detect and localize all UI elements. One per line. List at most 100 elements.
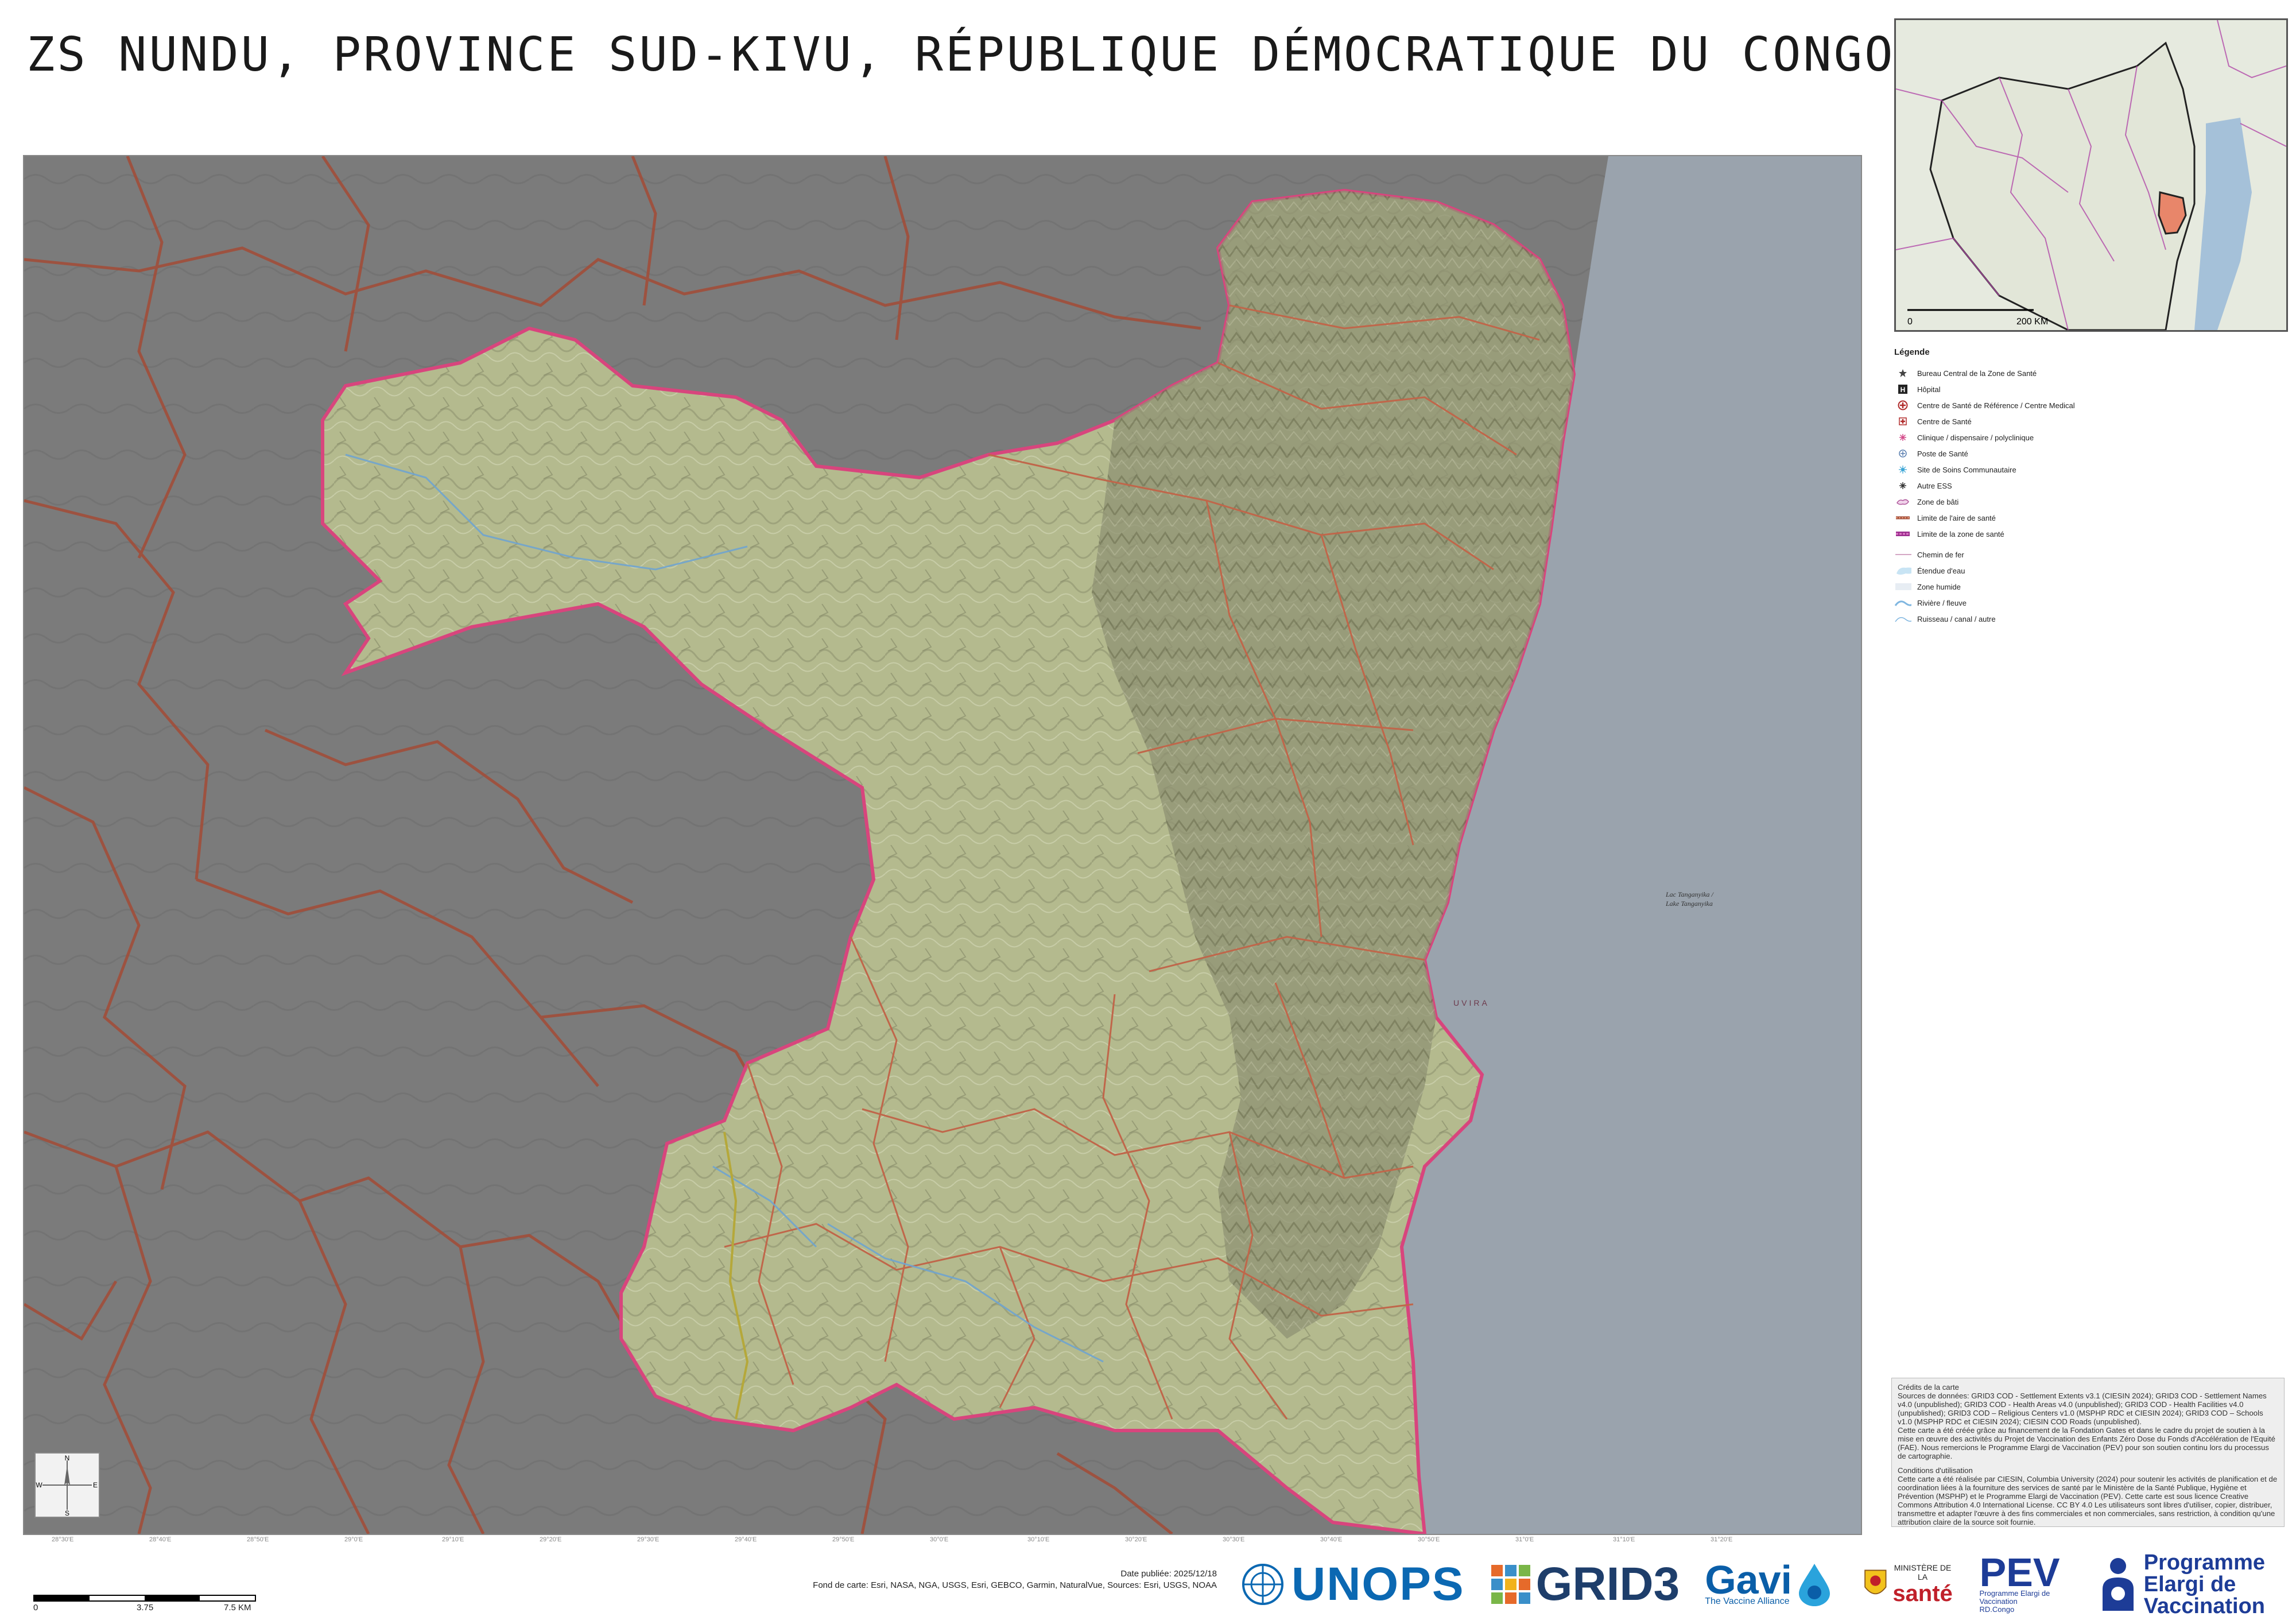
community-care-icon [1894,465,1911,474]
coord-label: 28°40'E [149,1536,172,1543]
legend-item: Zone humide [1894,579,2285,595]
credits-sources: Sources de données: GRID3 COD - Settleme… [1898,1392,2267,1426]
legend-label: Ruisseau / canal / autre [1917,614,1996,623]
legend-label: Autre ESS [1917,481,1952,490]
coord-label: 29°40'E [735,1536,757,1543]
coord-label: 30°20'E [1125,1536,1147,1543]
scale-start: 0 [33,1603,38,1613]
reference-center-icon [1894,400,1911,410]
scale-end: 7.5 KM [224,1603,251,1613]
legend-label: Clinique / dispensaire / polyclinique [1917,433,2034,442]
coord-label: 30°10'E [1027,1536,1050,1543]
compass-w: W [36,1481,42,1489]
grid3-mark-icon [1491,1565,1530,1604]
coord-label: 30°40'E [1320,1536,1343,1543]
map-metadata: Date publiée: 2025/12/18 Fond de carte: … [712,1568,1217,1591]
hospital-icon: H [1894,385,1911,394]
health-center-icon [1894,417,1911,426]
legend-heading: Légende [1894,347,1930,357]
unops-logo: UNOPS [1240,1557,1465,1611]
legend-item: Limite de la zone de santé [1894,526,2285,542]
gavi-logo: Gavi The Vaccine Alliance [1705,1560,1835,1607]
page-title: ZS NUNDU, PROVINCE SUD-KIVU, RÉPUBLIQUE … [26,28,1895,82]
gavi-drop-icon [1798,1564,1830,1606]
coord-label: 30°30'E [1223,1536,1245,1543]
legend-item: Rivière / fleuve [1894,595,2285,611]
health-area-boundary-icon [1894,515,1911,521]
scale-bar-graphic [33,1595,256,1602]
drc-coat-of-arms-icon [1864,1569,1887,1595]
svg-text:H: H [1901,386,1906,394]
stream-icon [1894,614,1911,624]
place-label-uvira: UVIRA [1453,998,1490,1007]
compass-e: E [93,1481,98,1489]
legend-item: Site de Soins Communautaire [1894,462,2285,478]
lake-label-line1: Lac Tanganyika / [1665,890,1715,898]
legend-item: Chemin de fer [1894,546,2285,563]
coord-label: 28°30'E [52,1536,74,1543]
scale-mid: 3.75 [137,1603,154,1613]
legend-label: Site de Soins Communautaire [1917,465,2016,474]
inset-scale-start: 0 [1907,317,1913,327]
legend-label: Chemin de fer [1917,550,1964,559]
clinic-icon [1894,433,1911,442]
scale-bar: 0 3.75 7.5 KM [33,1595,263,1613]
compass-n: N [65,1454,70,1462]
credits-funding: Cette carte a été créée grâce au finance… [1898,1426,2275,1460]
basemap-credit: Fond de carte: Esri, NASA, NGA, USGS, Es… [813,1580,1217,1590]
main-map[interactable]: Lac Tanganyika / Lake Tanganyika UVIRA [23,155,1862,1535]
legend-item: Autre ESS [1894,478,2285,494]
legend-item: Centre de Santé de Référence / Centre Me… [1894,397,2285,413]
un-emblem-icon [1242,1564,1283,1605]
legend: Légende Bureau Central de la Zone de San… [1894,347,2285,627]
railway-icon [1894,552,1911,557]
legend-label: Limite de la zone de santé [1917,529,2004,538]
inset-map[interactable]: 0 200 KM [1894,18,2288,332]
legend-item: Étendue d'eau [1894,563,2285,579]
coord-label: 30°0'E [930,1536,949,1543]
conditions-text: Cette carte a été réalisée par CIESIN, C… [1898,1475,2278,1526]
legend-label: Poste de Santé [1917,449,1968,458]
lake-label-line2: Lake Tanganyika [1665,900,1713,908]
legend-item: H Hôpital [1894,381,2285,397]
star-icon [1894,369,1911,378]
legend-label: Centre de Santé [1917,417,1972,426]
coord-label: 29°10'E [442,1536,464,1543]
coord-label: 30°50'E [1418,1536,1440,1543]
health-zone-boundary-icon [1894,530,1911,537]
ministere-sante-logo: MINISTÈRE DE LA santé [1860,1563,1954,1606]
other-facility-icon [1894,481,1911,490]
legend-label: Centre de Santé de Référence / Centre Me… [1917,401,2075,410]
inset-scale-end: 200 KM [2016,317,2048,327]
wetland-icon [1894,582,1911,592]
built-zone-icon [1894,497,1911,506]
legend-label: Zone de bâti [1917,497,1959,506]
coord-label: 31°10'E [1613,1536,1635,1543]
credits-heading: Crédits de la carte [1898,1383,1960,1392]
legend-item: Centre de Santé [1894,413,2285,429]
publication-date: Date publiée: 2025/12/18 [1120,1569,1217,1579]
map-canvas: Lac Tanganyika / Lake Tanganyika UVIRA [24,156,1861,1534]
coord-label: 28°50'E [247,1536,269,1543]
legend-item: Poste de Santé [1894,445,2285,462]
coord-label: 29°0'E [344,1536,363,1543]
conditions-heading: Conditions d'utilisation [1898,1466,1973,1475]
coord-label: 31°0'E [1515,1536,1534,1543]
legend-item: Clinique / dispensaire / polyclinique [1894,429,2285,445]
legend-label: Bureau Central de la Zone de Santé [1917,369,2037,378]
legend-label: Limite de l'aire de santé [1917,513,1996,522]
vaccination-figure-icon [2102,1558,2134,1611]
water-body-icon [1894,565,1911,576]
coord-label: 29°50'E [832,1536,855,1543]
legend-item: Limite de l'aire de santé [1894,510,2285,526]
legend-label: Zone humide [1917,582,1961,591]
legend-label: Hôpital [1917,385,1941,394]
legend-label: Étendue d'eau [1917,566,1965,575]
coord-label: 29°20'E [540,1536,562,1543]
compass-s: S [65,1509,69,1517]
grid3-logo: GRID3 [1490,1557,1680,1611]
legend-item: Bureau Central de la Zone de Santé [1894,365,2285,381]
inset-canvas: 0 200 KM [1896,20,2286,330]
coordinate-labels: 28°30'E 28°40'E 28°50'E 29°0'E 29°10'E 2… [23,1536,1860,1548]
river-icon [1894,598,1911,608]
